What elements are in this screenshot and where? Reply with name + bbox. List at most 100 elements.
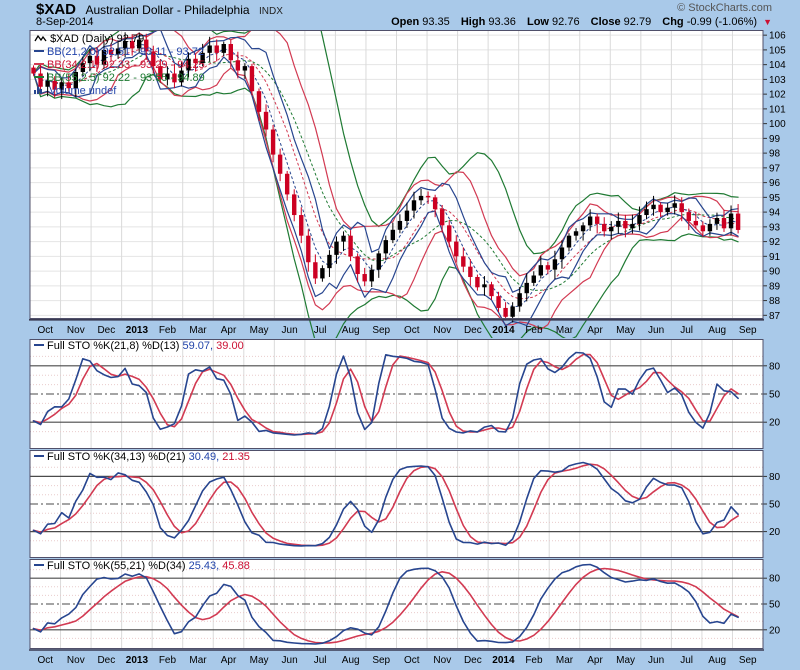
svg-text:Jun: Jun — [282, 325, 298, 336]
chg-value: -0.99 (-1.06%) — [687, 16, 757, 28]
svg-text:Aug: Aug — [342, 325, 360, 336]
legend-volume: Volume undef — [49, 85, 116, 97]
svg-text:Oct: Oct — [37, 655, 53, 666]
svg-text:Feb: Feb — [525, 655, 543, 666]
line-swatch — [34, 63, 44, 65]
panel3-legend: Full STO %K(55,21) %D(34) 25.43, 45.88 — [34, 560, 250, 572]
svg-text:97: 97 — [769, 163, 781, 174]
chart-type-icon — [34, 34, 47, 43]
svg-text:80: 80 — [769, 574, 781, 585]
chart-date: 8-Sep-2014 — [36, 16, 94, 28]
svg-text:Sep: Sep — [739, 325, 757, 336]
line-swatch — [34, 344, 44, 346]
panel1-name: Full STO %K(21,8) %D(13) — [47, 340, 179, 352]
close-value: 92.79 — [624, 16, 652, 28]
svg-text:104: 104 — [769, 60, 786, 71]
svg-text:Dec: Dec — [97, 325, 115, 336]
low-value: 92.76 — [552, 16, 580, 28]
stockcharts-page: $XAD Australian Dollar - Philadelphia IN… — [0, 0, 800, 670]
panel2-k-value: 30.49, — [189, 451, 220, 463]
panel3-k-value: 25.43, — [189, 560, 220, 572]
svg-text:93: 93 — [769, 222, 781, 233]
svg-text:May: May — [616, 655, 635, 666]
svg-text:May: May — [250, 325, 269, 336]
close-label: Close — [591, 16, 621, 28]
svg-text:101: 101 — [769, 104, 786, 115]
svg-text:Oct: Oct — [37, 325, 53, 336]
svg-text:Mar: Mar — [556, 325, 574, 336]
svg-text:Jul: Jul — [680, 655, 693, 666]
svg-text:Apr: Apr — [587, 325, 603, 336]
ohlc-quote-bar: Open 93.35 High 93.36 Low 92.76 Close 92… — [383, 16, 772, 28]
panel1-k-value: 59.07, — [183, 340, 214, 352]
svg-text:99: 99 — [769, 134, 781, 145]
panel3-d-value: 45.88 — [222, 560, 250, 572]
line-swatch — [34, 455, 44, 457]
svg-text:98: 98 — [769, 149, 781, 160]
panel1-legend: Full STO %K(21,8) %D(13) 59.07, 39.00 — [34, 340, 244, 352]
exchange-label: INDX — [259, 6, 283, 17]
svg-text:Apr: Apr — [221, 655, 237, 666]
low-label: Low — [527, 16, 549, 28]
svg-text:90: 90 — [769, 267, 781, 278]
svg-text:100: 100 — [769, 119, 786, 130]
down-triangle-icon: ▼ — [763, 17, 772, 27]
bottom-month-axis: OctNovDec2013FebMarAprMayJunJulAugSepOct… — [0, 649, 800, 669]
svg-text:Jun: Jun — [648, 655, 664, 666]
svg-text:102: 102 — [769, 90, 786, 101]
svg-text:87: 87 — [769, 311, 781, 322]
svg-text:Jun: Jun — [648, 325, 664, 336]
open-value: 93.35 — [422, 16, 450, 28]
svg-text:May: May — [250, 655, 269, 666]
panel2-d-value: 21.35 — [222, 451, 250, 463]
instrument-name: Australian Dollar - Philadelphia — [85, 3, 249, 17]
chart-header: $XAD Australian Dollar - Philadelphia IN… — [0, 0, 800, 30]
svg-text:94: 94 — [769, 208, 781, 219]
svg-text:20: 20 — [769, 527, 781, 538]
legend-title: $XAD (Daily) 92.79 — [50, 33, 144, 45]
svg-text:20: 20 — [769, 418, 781, 429]
svg-text:Jul: Jul — [314, 655, 327, 666]
open-label: Open — [391, 16, 419, 28]
svg-text:Mar: Mar — [189, 655, 207, 666]
svg-text:Nov: Nov — [67, 655, 85, 666]
svg-text:Jun: Jun — [282, 655, 298, 666]
svg-text:Oct: Oct — [404, 325, 420, 336]
svg-text:Jul: Jul — [314, 325, 327, 336]
svg-text:106: 106 — [769, 31, 786, 42]
svg-text:103: 103 — [769, 75, 786, 86]
volume-bars-icon — [34, 85, 43, 98]
svg-text:50: 50 — [769, 390, 781, 401]
svg-text:95: 95 — [769, 193, 781, 204]
stochastic-panel-3: 805020 — [0, 559, 800, 649]
svg-text:2014: 2014 — [492, 655, 515, 666]
chg-label: Chg — [662, 16, 683, 28]
svg-text:Sep: Sep — [372, 655, 390, 666]
svg-text:105: 105 — [769, 45, 786, 56]
svg-text:Feb: Feb — [525, 325, 543, 336]
svg-text:92: 92 — [769, 237, 781, 248]
stochastic-panel-2: 805020 — [0, 450, 800, 558]
svg-text:Sep: Sep — [739, 655, 757, 666]
svg-text:Aug: Aug — [708, 325, 726, 336]
line-swatch — [34, 76, 44, 78]
panel2-name: Full STO %K(34,13) %D(21) — [47, 451, 186, 463]
svg-text:Dec: Dec — [464, 325, 482, 336]
panel2-legend: Full STO %K(34,13) %D(21) 30.49, 21.35 — [34, 451, 250, 463]
high-value: 93.36 — [488, 16, 516, 28]
svg-text:Feb: Feb — [159, 325, 177, 336]
svg-text:Apr: Apr — [587, 655, 603, 666]
legend-bb34: BB(34,2.1) 92.33 - 93.29 - 94.25 — [47, 59, 205, 71]
svg-text:Sep: Sep — [372, 325, 390, 336]
stockcharts-credit-link[interactable]: © StockCharts.com — [677, 2, 772, 14]
svg-text:Aug: Aug — [342, 655, 360, 666]
svg-text:Mar: Mar — [189, 325, 207, 336]
svg-text:2014: 2014 — [492, 325, 515, 336]
svg-text:Nov: Nov — [433, 325, 451, 336]
line-swatch — [34, 564, 44, 566]
svg-text:Jul: Jul — [680, 325, 693, 336]
svg-text:50: 50 — [769, 500, 781, 511]
line-swatch — [34, 50, 44, 52]
svg-text:80: 80 — [769, 361, 781, 372]
svg-text:Dec: Dec — [464, 655, 482, 666]
